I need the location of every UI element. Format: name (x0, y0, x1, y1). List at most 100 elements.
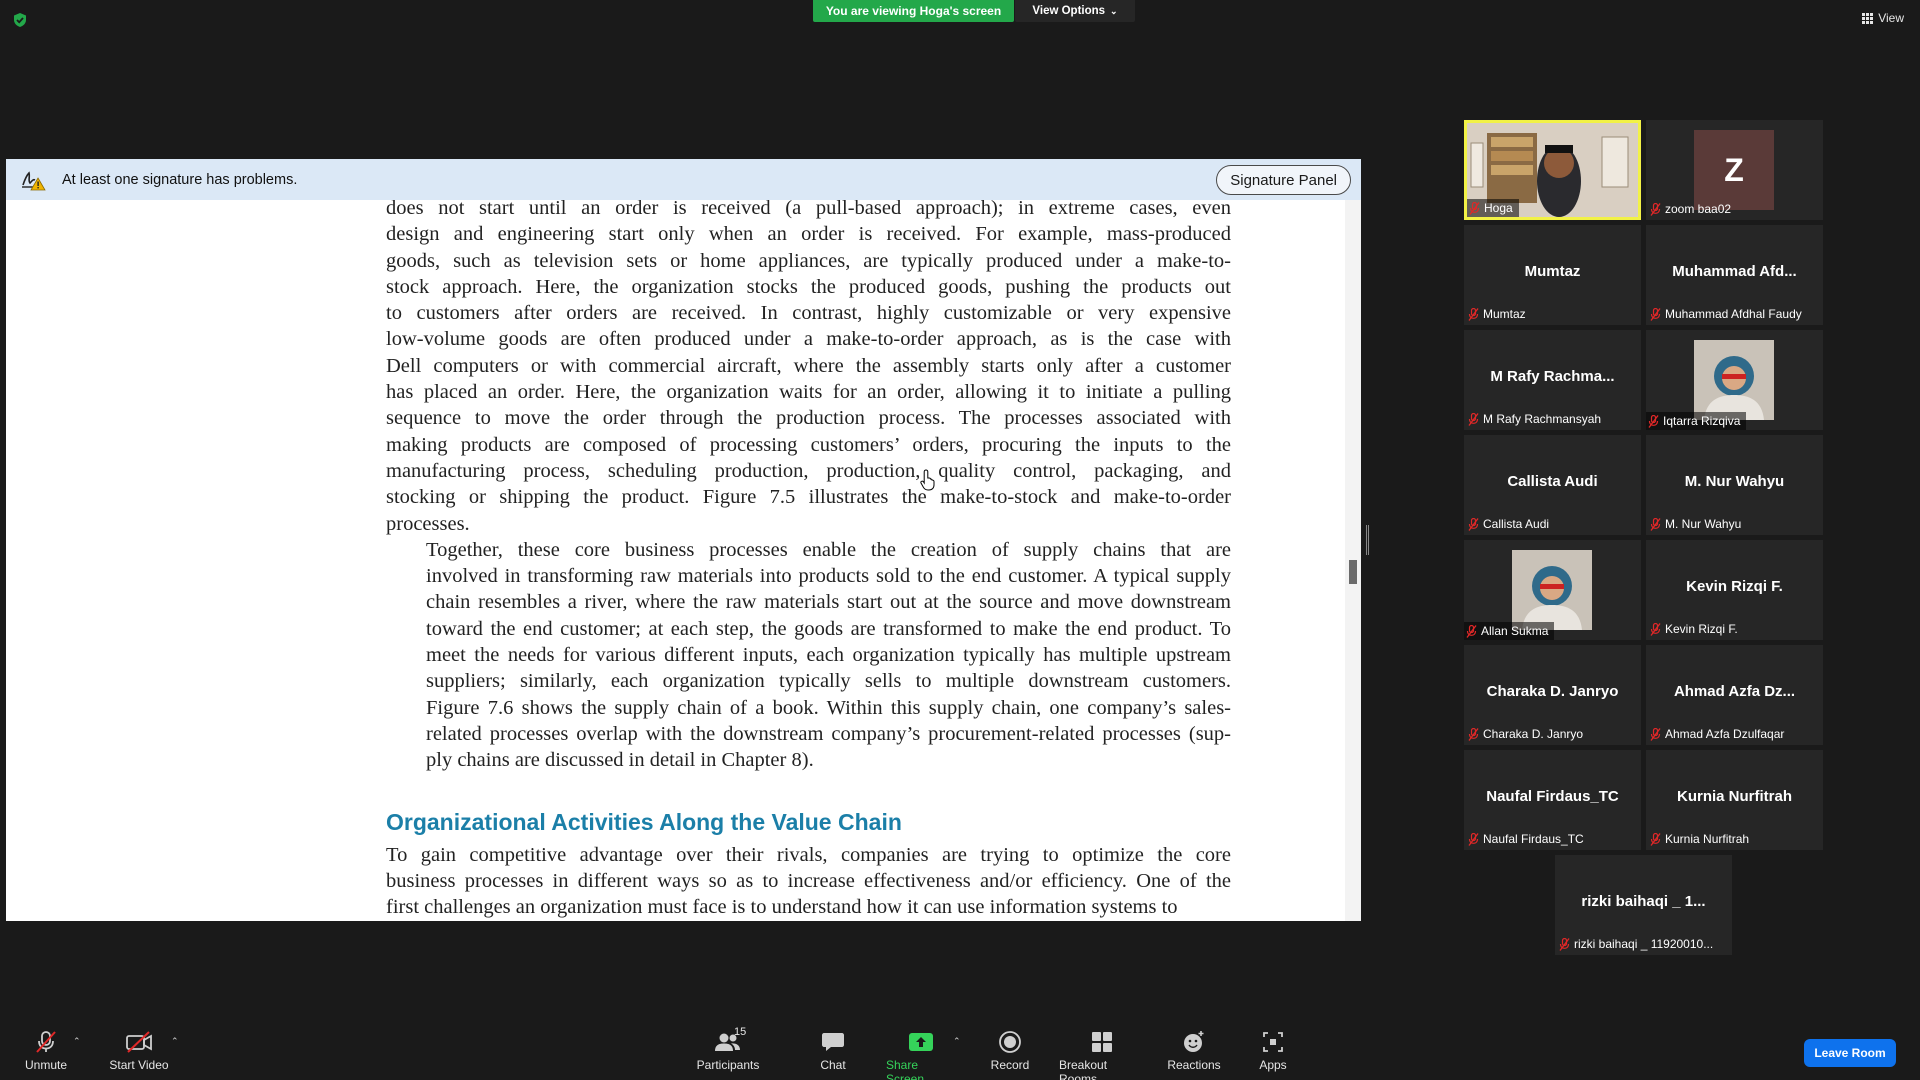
document-line: To gain competitive advantage over their… (386, 843, 1231, 866)
document-line: Figure 7.6 shows the supply chain of a b… (426, 696, 1231, 719)
participant-avatar: Z (1694, 130, 1774, 210)
reactions-label: Reactions (1167, 1058, 1221, 1072)
breakout-rooms-button[interactable]: Breakout Rooms (1059, 1030, 1145, 1080)
chat-button[interactable]: Chat (817, 1030, 849, 1072)
audio-options-caret-icon[interactable]: ⌃ (73, 1036, 81, 1047)
mic-muted-icon (1650, 202, 1661, 216)
scrollbar-thumb[interactable] (1349, 560, 1357, 584)
reactions-button[interactable]: Reactions (1167, 1030, 1221, 1072)
share-options-caret-icon[interactable]: ⌃ (953, 1036, 961, 1047)
participant-name-label: Kurnia Nurfitrah (1650, 830, 1753, 848)
mic-muted-icon (1468, 832, 1479, 846)
signature-warning-icon (20, 169, 46, 191)
video-off-icon (125, 1030, 153, 1054)
chevron-down-icon: ⌄ (1110, 5, 1118, 16)
participant-tile[interactable]: Ahmad Azfa Dz... Ahmad Azfa Dzulfaqar (1646, 645, 1823, 745)
participant-name-label: rizki baihaqi _ 11920010... (1559, 935, 1717, 953)
participant-tile[interactable]: Allan Sukma (1464, 540, 1641, 640)
signature-warning-text: At least one signature has problems. (62, 171, 298, 188)
participant-display-name: Naufal Firdaus_TC (1486, 788, 1619, 805)
participant-tile[interactable]: Kurnia Nurfitrah Kurnia Nurfitrah (1646, 750, 1823, 850)
view-options-button[interactable]: View Options ⌄ (1015, 0, 1135, 22)
participant-display-name: M. Nur Wahyu (1684, 473, 1785, 490)
participant-tile[interactable]: Charaka D. Janryo Charaka D. Janryo (1464, 645, 1641, 745)
document-line: goods, such as television sets or home a… (386, 249, 1231, 272)
start-video-button[interactable]: Start Video (107, 1030, 171, 1072)
participant-tile[interactable]: Zzoom baa02 (1646, 120, 1823, 220)
participant-name: M. Nur Wahyu (1665, 517, 1742, 531)
share-screen-button[interactable]: Share Screen (886, 1030, 956, 1080)
participant-display-name: Charaka D. Janryo (1486, 683, 1619, 700)
participant-tile[interactable]: Naufal Firdaus_TC Naufal Firdaus_TC (1464, 750, 1641, 850)
mic-muted-icon (1650, 517, 1661, 531)
participant-photo (1694, 340, 1774, 420)
grid-icon (1862, 12, 1874, 24)
mic-muted-icon (1650, 307, 1661, 321)
participant-tile[interactable]: rizki baihaqi _ 1... rizki baihaqi _ 1192… (1555, 855, 1732, 955)
share-screen-label: Share Screen (886, 1058, 925, 1080)
start-video-label: Start Video (109, 1058, 169, 1072)
participant-name: Naufal Firdaus_TC (1483, 832, 1584, 846)
document-line: to customers after orders are received. … (386, 302, 1231, 325)
participant-name-label: Iqtarra Rizqiva (1646, 412, 1747, 430)
mic-muted-icon (1468, 412, 1479, 426)
participants-icon: 15 (714, 1026, 746, 1054)
participant-name: zoom baa02 (1665, 202, 1732, 216)
participant-display-name: rizki baihaqi _ 1... (1581, 893, 1706, 910)
participant-name: Kurnia Nurfitrah (1665, 832, 1750, 846)
participant-tile[interactable]: Callista Audi Callista Audi (1464, 435, 1641, 535)
participant-tile[interactable]: Kevin Rizqi F. Kevin Rizqi F. (1646, 540, 1823, 640)
document-line: stock approach. Here, the organization s… (386, 275, 1231, 298)
participant-photo (1512, 550, 1592, 630)
record-button[interactable]: Record (990, 1030, 1030, 1072)
participant-name-label: Allan Sukma (1464, 622, 1555, 640)
mic-muted-icon (1468, 727, 1479, 741)
participant-tile[interactable]: Hoga (1464, 120, 1641, 220)
section-heading: Organizational Activities Along the Valu… (386, 808, 902, 835)
reactions-icon (1182, 1030, 1206, 1054)
participant-tile[interactable]: Mumtaz Mumtaz (1464, 225, 1641, 325)
participant-name-label: Ahmad Azfa Dzulfaqar (1650, 725, 1788, 743)
document-scrollbar[interactable] (1345, 200, 1361, 921)
video-options-caret-icon[interactable]: ⌃ (171, 1036, 179, 1047)
document-line: sequence to move the order through the p… (386, 407, 1231, 430)
document-line: ply chains are discussed in detail in Ch… (426, 749, 814, 772)
participants-button[interactable]: 15 Participants (694, 1026, 762, 1072)
document-line: Dell computers or with commercial aircra… (386, 354, 1231, 377)
apps-button[interactable]: Apps (1258, 1030, 1288, 1072)
view-layout-button[interactable]: View (1862, 11, 1904, 25)
participant-name-label: Callista Audi (1468, 515, 1553, 533)
participant-display-name: M Rafy Rachma... (1490, 368, 1615, 385)
document-line: related processes overlap with the downs… (426, 722, 1231, 745)
participant-name-label: Naufal Firdaus_TC (1468, 830, 1588, 848)
participant-tile[interactable]: M Rafy Rachma... M Rafy Rachmansyah (1464, 330, 1641, 430)
document-line: meet the needs for various different inp… (426, 644, 1231, 667)
view-label: View (1878, 11, 1904, 25)
unmute-button[interactable]: Unmute (20, 1030, 72, 1072)
signature-warning-bar: At least one signature has problems. Sig… (6, 159, 1361, 200)
document-paragraph: Together, these core business processes … (386, 537, 1231, 774)
security-shield-icon[interactable] (12, 12, 28, 28)
participant-name-label: Charaka D. Janryo (1468, 725, 1587, 743)
participant-name-label: Kevin Rizqi F. (1650, 620, 1742, 638)
leave-room-button[interactable]: Leave Room (1804, 1039, 1896, 1067)
document-paragraph: To gain competitive advantage over their… (386, 842, 1231, 921)
participant-name-label: Mumtaz (1468, 305, 1530, 323)
participant-name-label: Hoga (1467, 199, 1519, 217)
mic-muted-icon (1648, 414, 1659, 428)
document-line: has placed an order. Here, the organizat… (386, 381, 1231, 404)
document-line: making products are composed of processi… (386, 433, 1231, 456)
participant-tile[interactable]: Iqtarra Rizqiva (1646, 330, 1823, 430)
participant-tile[interactable]: Muhammad Afd... Muhammad Afdhal Faudy (1646, 225, 1823, 325)
document-line: involved in transforming raw materials i… (426, 565, 1231, 588)
record-icon (998, 1030, 1022, 1054)
signature-panel-button[interactable]: Signature Panel (1216, 165, 1351, 195)
meeting-toolbar: Unmute ⌃ Start Video ⌃ 15 Participants C… (0, 1022, 1920, 1080)
participant-display-name: Mumtaz (1524, 263, 1581, 280)
document-line: chain resembles a river, where the raw m… (426, 591, 1231, 614)
participant-tile[interactable]: M. Nur Wahyu M. Nur Wahyu (1646, 435, 1823, 535)
shared-screen: At least one signature has problems. Sig… (6, 159, 1361, 921)
participant-name: Muhammad Afdhal Faudy (1665, 307, 1802, 321)
resize-splitter[interactable] (1366, 525, 1369, 555)
participant-display-name: Muhammad Afd... (1672, 263, 1797, 280)
